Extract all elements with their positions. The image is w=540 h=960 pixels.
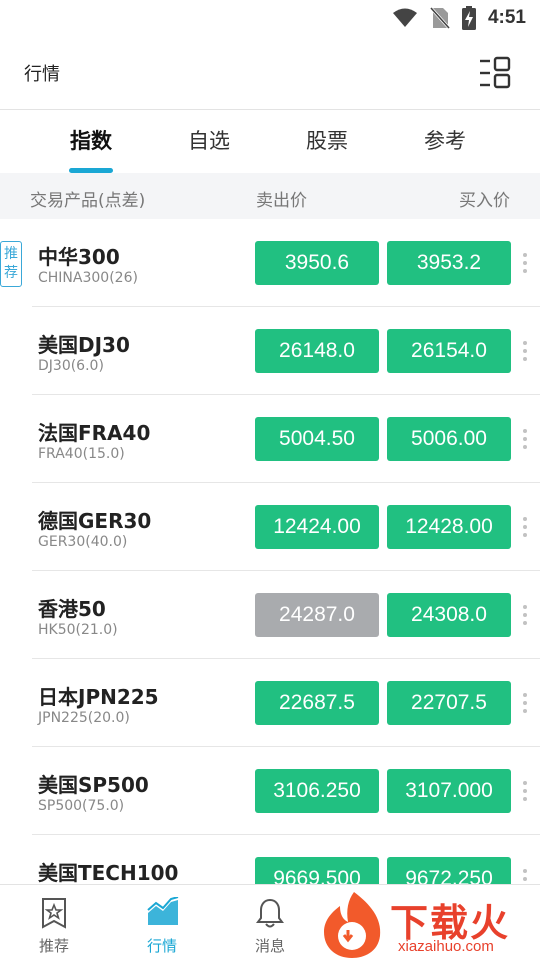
product-code: CHINA300(26)	[38, 270, 138, 286]
quote-list: 推荐 中华300 CHINA300(26) 3950.6 3953.2 美国DJ…	[0, 219, 540, 884]
buy-price-button[interactable]: 26154.0	[387, 329, 511, 373]
nav-messages[interactable]: 消息	[230, 885, 310, 960]
market-tabs: 指数 自选 股票 参考	[0, 111, 540, 173]
product-name: 美国SP500	[38, 773, 149, 797]
quote-row[interactable]: 德国GER30 GER30(40.0) 12424.00 12428.00	[0, 483, 540, 571]
product-name: 德国GER30	[38, 509, 152, 533]
product-name: 美国TECH100	[38, 861, 179, 884]
nav-recommend[interactable]: 推荐	[14, 885, 94, 960]
bell-icon	[256, 898, 284, 928]
product-code: DJ30(6.0)	[38, 358, 104, 374]
product-name: 香港50	[38, 597, 106, 621]
column-header: 交易产品(点差) 卖出价 买入价	[0, 173, 540, 219]
quote-row[interactable]: 推荐 中华300 CHINA300(26) 3950.6 3953.2	[0, 219, 540, 307]
tab-stocks[interactable]: 股票	[268, 111, 386, 173]
column-product: 交易产品(点差)	[30, 191, 146, 211]
star-doc-icon	[42, 898, 66, 929]
quote-row[interactable]: 日本JPN225 JPN225(20.0) 22687.5 22707.5	[0, 659, 540, 747]
more-options-icon[interactable]	[519, 605, 531, 629]
wifi-icon	[392, 8, 417, 27]
tab-reference[interactable]: 参考	[386, 111, 504, 173]
product-name: 美国DJ30	[38, 333, 130, 357]
watermark-logo: 下载火 xiazaihuo.com	[318, 888, 540, 960]
more-options-icon[interactable]	[519, 693, 531, 717]
watermark-url: xiazaihuo.com	[398, 938, 494, 955]
tab-index[interactable]: 指数	[32, 111, 150, 173]
nav-label: 消息	[254, 937, 285, 955]
list-menu-icon[interactable]	[478, 56, 512, 90]
page-title: 行情	[24, 63, 60, 85]
more-options-icon[interactable]	[519, 517, 531, 541]
product-code: GER30(40.0)	[38, 534, 128, 550]
product-code: SP500(75.0)	[38, 798, 125, 814]
recommend-badge: 推荐	[0, 241, 22, 287]
quote-row[interactable]: 香港50 HK50(21.0) 24287.0 24308.0	[0, 571, 540, 659]
app-header: 行情	[0, 36, 540, 110]
product-code: FRA40(15.0)	[38, 446, 125, 462]
buy-price-button[interactable]: 5006.00	[387, 417, 511, 461]
column-buy: 买入价	[459, 191, 510, 211]
product-name: 日本JPN225	[38, 685, 159, 709]
chart-icon	[147, 897, 179, 925]
sell-price-button[interactable]: 26148.0	[255, 329, 379, 373]
product-code: HK50(21.0)	[38, 622, 118, 638]
battery-charging-icon	[461, 6, 476, 30]
sell-price-button[interactable]: 3950.6	[255, 241, 379, 285]
product-name: 中华300	[38, 245, 120, 269]
quote-row[interactable]: 美国DJ30 DJ30(6.0) 26148.0 26154.0	[0, 307, 540, 395]
no-sim-icon	[429, 7, 450, 29]
sell-price-button[interactable]: 22687.5	[255, 681, 379, 725]
product-name: 法国FRA40	[38, 421, 151, 445]
nav-label: 行情	[146, 937, 177, 955]
buy-price-button[interactable]: 3107.000	[387, 769, 511, 813]
column-sell: 卖出价	[256, 191, 307, 211]
more-options-icon[interactable]	[519, 429, 531, 453]
status-bar: 4:51	[0, 0, 540, 36]
sell-price-button[interactable]: 3106.250	[255, 769, 379, 813]
product-code: JPN225(20.0)	[38, 710, 130, 726]
sell-price-button[interactable]: 9669.500	[255, 857, 379, 884]
quote-row[interactable]: 美国TECH100 9669.500 9672.250	[0, 835, 540, 884]
buy-price-button[interactable]: 3953.2	[387, 241, 511, 285]
buy-price-button[interactable]: 9672.250	[387, 857, 511, 884]
more-options-icon[interactable]	[519, 253, 531, 277]
nav-label: 推荐	[38, 937, 69, 955]
sell-price-button[interactable]: 24287.0	[255, 593, 379, 637]
more-options-icon[interactable]	[519, 869, 531, 884]
tab-watchlist[interactable]: 自选	[150, 111, 268, 173]
quote-row[interactable]: 法国FRA40 FRA40(15.0) 5004.50 5006.00	[0, 395, 540, 483]
status-time: 4:51	[487, 7, 526, 28]
buy-price-button[interactable]: 24308.0	[387, 593, 511, 637]
nav-market[interactable]: 行情	[122, 885, 202, 960]
flame-logo-icon	[324, 892, 381, 958]
more-options-icon[interactable]	[519, 781, 531, 805]
sell-price-button[interactable]: 5004.50	[255, 417, 379, 461]
sell-price-button[interactable]: 12424.00	[255, 505, 379, 549]
buy-price-button[interactable]: 22707.5	[387, 681, 511, 725]
more-options-icon[interactable]	[519, 341, 531, 365]
buy-price-button[interactable]: 12428.00	[387, 505, 511, 549]
quote-row[interactable]: 美国SP500 SP500(75.0) 3106.250 3107.000	[0, 747, 540, 835]
